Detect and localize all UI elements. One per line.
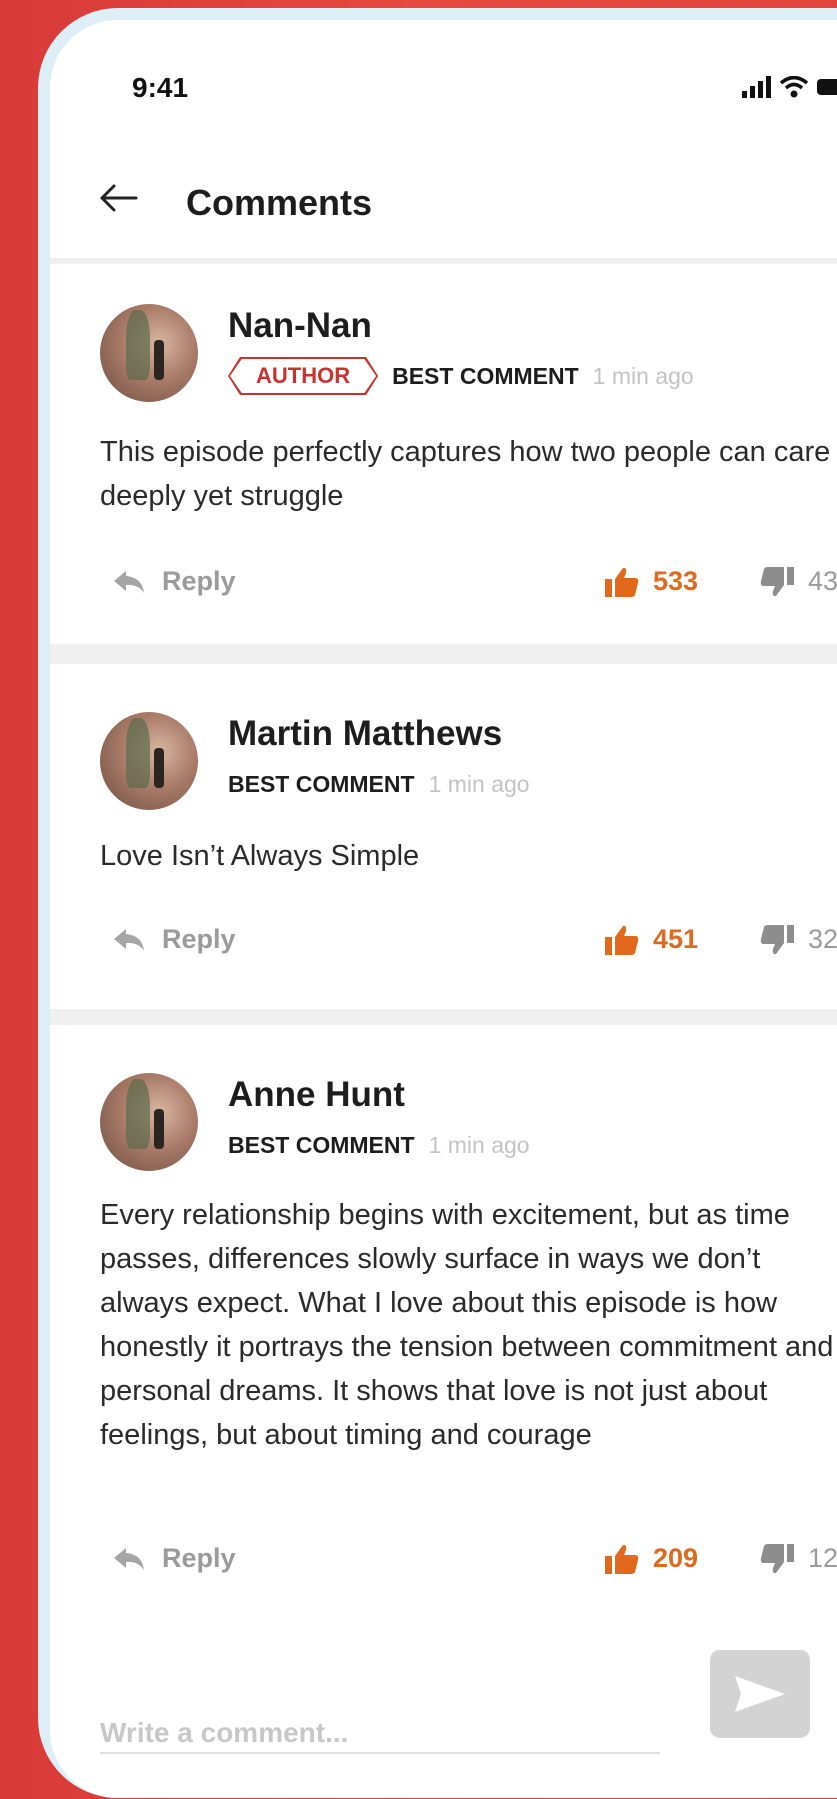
reply-icon bbox=[114, 1547, 144, 1570]
best-comment-tag: BEST COMMENT bbox=[392, 362, 579, 389]
reply-icon bbox=[114, 570, 144, 593]
comment-actions: Reply 533 43 bbox=[100, 566, 837, 606]
comment-text: This episode perfectly captures how two … bbox=[100, 436, 831, 512]
comment-timestamp: 1 min ago bbox=[428, 770, 530, 797]
thumbs-down-icon bbox=[760, 1543, 794, 1573]
thumbs-up-icon bbox=[604, 925, 639, 955]
best-comment-tag: BEST COMMENT bbox=[228, 770, 415, 797]
send-icon bbox=[735, 1676, 785, 1712]
comment-text: Every relationship begins with excitemen… bbox=[100, 1199, 834, 1451]
reply-button[interactable]: Reply bbox=[112, 566, 236, 597]
wifi-icon bbox=[780, 76, 808, 98]
app-screen: 9:41 Comments Nan-Nan AUTHOR BEST COMMEN… bbox=[50, 20, 837, 1798]
reply-icon bbox=[114, 928, 144, 951]
thumbs-up-icon bbox=[604, 1544, 639, 1574]
status-time: 9:41 bbox=[132, 72, 189, 103]
best-comment-tag: BEST COMMENT bbox=[228, 1131, 415, 1158]
like-count: 533 bbox=[652, 566, 698, 596]
reply-label: Reply bbox=[162, 924, 236, 954]
reply-label: Reply bbox=[162, 566, 236, 596]
comment-author-name[interactable]: Nan-Nan bbox=[228, 306, 372, 346]
page-title: Comments bbox=[186, 182, 373, 223]
comment-timestamp: 1 min ago bbox=[428, 1131, 530, 1158]
top-app-bar: Comments bbox=[50, 140, 837, 260]
reply-button[interactable]: Reply bbox=[112, 1543, 236, 1574]
battery-icon bbox=[817, 79, 837, 95]
dislike-count: 12 bbox=[807, 1543, 837, 1573]
comment-meta: BEST COMMENT 1 min ago bbox=[228, 764, 530, 804]
thumbs-down-icon bbox=[760, 566, 794, 596]
dislike-count: 32 bbox=[807, 924, 837, 954]
like-button[interactable]: 451 bbox=[604, 924, 698, 955]
avatar[interactable] bbox=[100, 304, 198, 402]
comment-card: Martin Matthews BEST COMMENT 1 min ago L… bbox=[50, 664, 837, 1009]
back-arrow-icon[interactable] bbox=[98, 182, 138, 214]
dislike-button[interactable]: 12 bbox=[760, 1543, 837, 1574]
comment-actions: Reply 451 32 bbox=[100, 924, 837, 964]
phone-frame: 9:41 Comments Nan-Nan AUTHOR BEST COMMEN… bbox=[38, 8, 837, 1798]
signal-icon bbox=[742, 76, 771, 98]
comment-meta: BEST COMMENT 1 min ago bbox=[228, 1125, 530, 1165]
comment-meta: AUTHOR BEST COMMENT 1 min ago bbox=[228, 356, 694, 396]
comment-input[interactable] bbox=[100, 1714, 660, 1754]
reply-label: Reply bbox=[162, 1543, 236, 1573]
author-badge: AUTHOR bbox=[228, 357, 379, 395]
comment-composer bbox=[50, 1600, 837, 1798]
avatar[interactable] bbox=[100, 1073, 198, 1171]
like-button[interactable]: 209 bbox=[604, 1543, 698, 1574]
thumbs-down-icon bbox=[760, 924, 794, 954]
comment-author-name[interactable]: Anne Hunt bbox=[228, 1075, 405, 1115]
status-icons bbox=[742, 76, 837, 98]
like-button[interactable]: 533 bbox=[604, 566, 698, 597]
comment-text: Love Isn’t Always Simple bbox=[100, 840, 420, 872]
avatar[interactable] bbox=[100, 712, 198, 810]
comment-author-name[interactable]: Martin Matthews bbox=[228, 714, 502, 754]
like-count: 451 bbox=[652, 924, 698, 954]
dislike-count: 43 bbox=[807, 566, 837, 596]
reply-button[interactable]: Reply bbox=[112, 924, 236, 955]
comment-card: Nan-Nan AUTHOR BEST COMMENT 1 min ago Th… bbox=[50, 264, 837, 644]
comment-actions: Reply 209 12 bbox=[100, 1543, 837, 1583]
comment-timestamp: 1 min ago bbox=[592, 362, 694, 389]
comment-card: Anne Hunt BEST COMMENT 1 min ago Every r… bbox=[50, 1025, 837, 1600]
dislike-button[interactable]: 32 bbox=[760, 924, 837, 955]
thumbs-up-icon bbox=[604, 567, 639, 597]
status-bar: 9:41 bbox=[50, 20, 837, 140]
dislike-button[interactable]: 43 bbox=[760, 566, 837, 597]
send-button[interactable] bbox=[710, 1650, 810, 1738]
like-count: 209 bbox=[652, 1543, 698, 1573]
